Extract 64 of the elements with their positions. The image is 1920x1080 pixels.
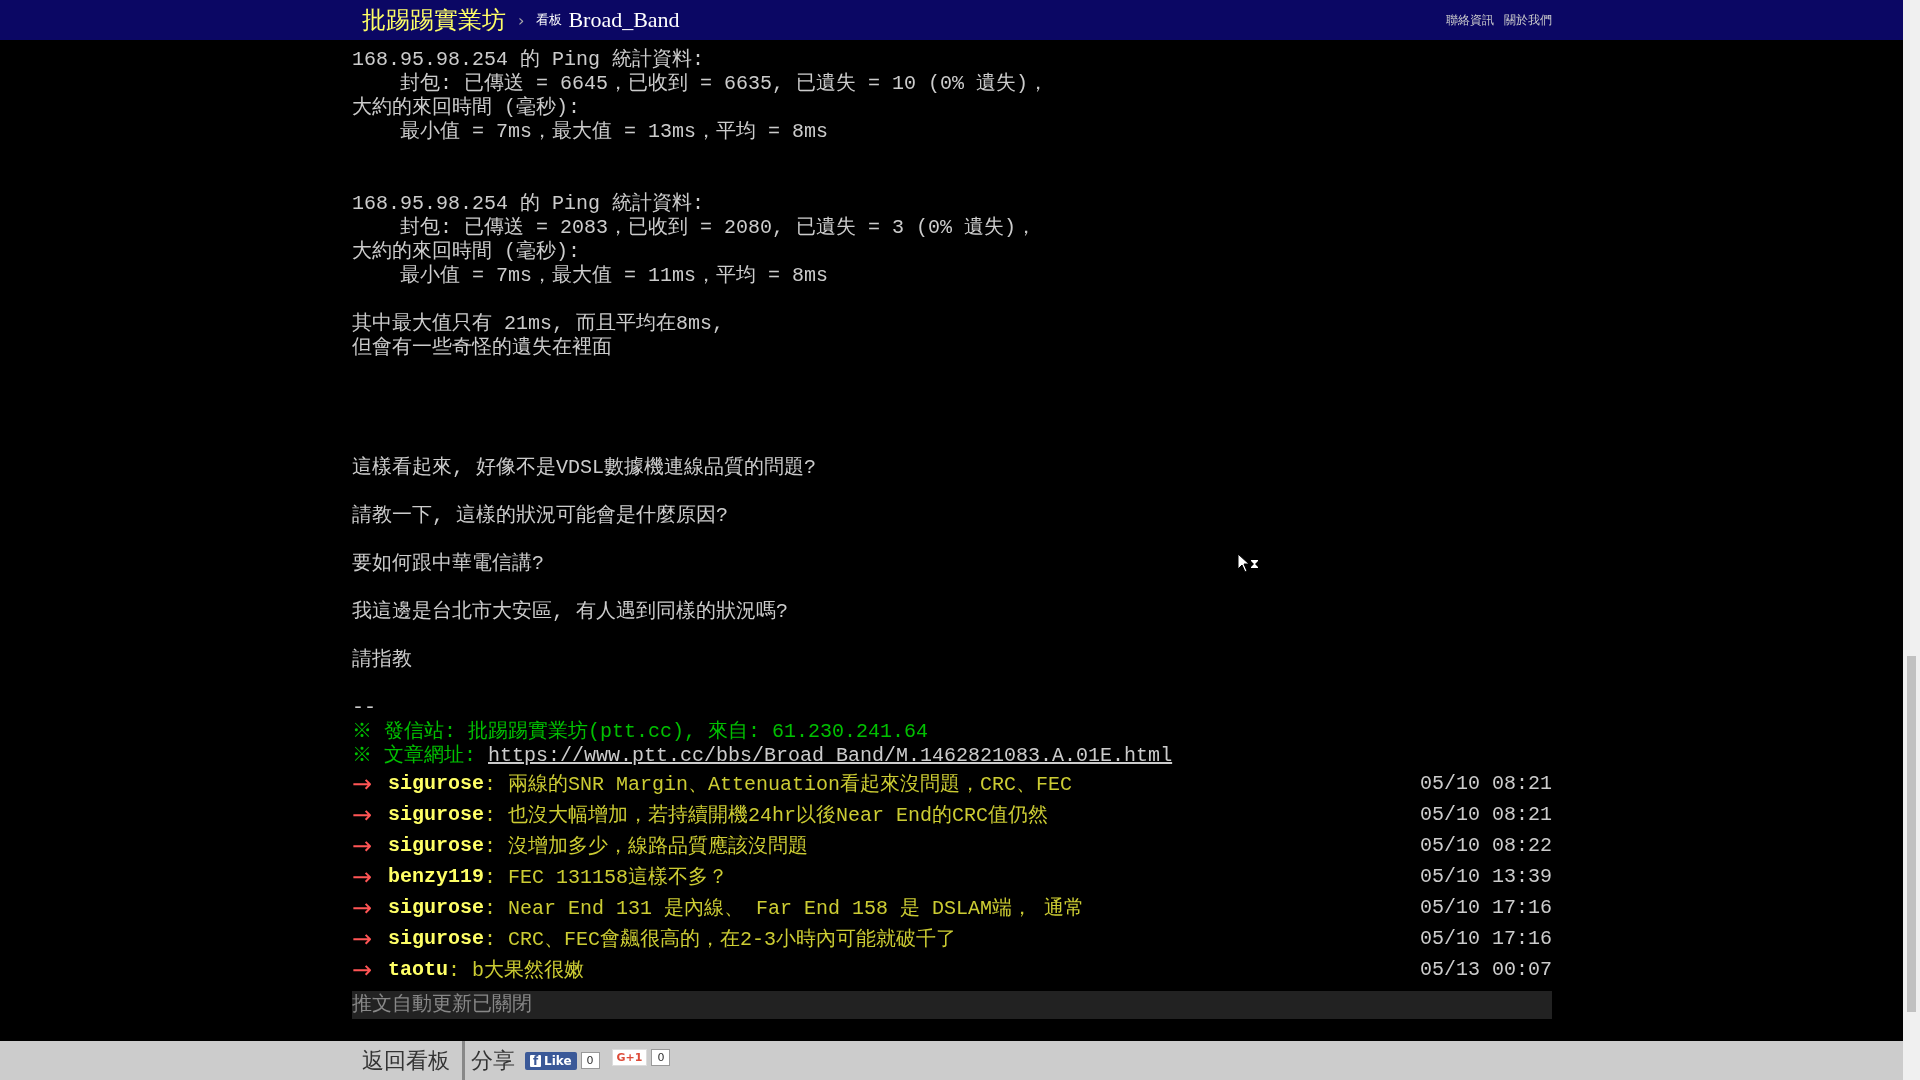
article-line: 最小值 = 7ms，最大值 = 11ms，平均 = 8ms [399,264,829,288]
push-arrow: → [352,924,374,953]
push-arrow: → [352,862,374,891]
board-name[interactable]: Broad_Band [568,7,680,33]
busy-cursor-icon [1237,553,1259,575]
article-line: 其中最大值只有 21ms, 而且平均在8ms, [352,312,725,336]
article-line: 168.95.98.254 的 Ping 統計資料: [352,192,705,216]
push-arrow: → [352,800,374,829]
push-content: : 兩線的SNR Margin、Attenuation看起來沒問題，CRC、FEC [484,772,1073,797]
article-line: 最小值 = 7ms，最大值 = 13ms，平均 = 8ms [399,120,829,144]
push-time: 05/10 17:16 [1419,927,1552,950]
push-user: taotu [388,958,448,981]
push-arrow: → [352,893,374,922]
push-arrow: → [352,769,374,798]
push-user: sigurose [388,772,484,795]
article-line: 我這邊是台北市大安區, 有人遇到同樣的狀況嗎? [352,600,788,624]
signature-source: ※ 發信站: 批踢踢實業坊(ptt.cc), 來自: 61.230.241.64 [352,720,929,744]
push-time: 05/10 08:22 [1419,834,1552,857]
plus-count: 0 [651,1049,671,1066]
push-content: : 也沒大幅增加，若持續開機24hr以後Near End的CRC值仍然 [484,803,1049,828]
scrollbar-thumb[interactable] [1907,656,1916,1012]
board-label: 看板 [536,11,563,29]
breadcrumb-separator: › [518,10,525,30]
signature-url-label: ※ 文章網址: [352,744,477,768]
push-time: 05/10 08:21 [1419,803,1552,826]
push-content: : FEC 131158這樣不多？ [484,865,729,890]
facebook-icon: f [530,1054,541,1067]
push-user: sigurose [388,896,484,919]
article-line: 請指教 [352,648,412,672]
header-link[interactable]: 聯絡資訊 [1446,11,1494,29]
push-content: : Near End 131 是內線、 Far End 158 是 DSLAM端， 通常 [484,896,1085,921]
push-time: 05/10 17:16 [1419,896,1552,919]
article-line: 要如何跟中華電信講? [352,552,544,576]
article-line: 封包: 已傳送 = 2083，已收到 = 2080, 已遺失 = 3 (0% 遺失)， [399,216,1037,240]
facebook-like-button[interactable]: f Like [525,1051,577,1070]
push-content: : 沒增加多少，線路品質應該沒問題 [484,834,809,859]
push-user: benzy119 [388,865,484,888]
share-label: 分享 [471,1046,515,1075]
push-time: 05/10 13:39 [1419,865,1552,888]
auto-update-notice: 推文自動更新已關閉 [352,991,1552,1019]
push-time: 05/13 00:07 [1419,958,1552,981]
header-link[interactable]: 關於我們 [1504,11,1552,29]
article-line: 但會有一些奇怪的遺失在裡面 [352,336,612,360]
back-to-board-button[interactable]: 返回看板 [352,1041,465,1080]
article-line: 大約的來回時間 (毫秒): [352,240,580,264]
article-line: 168.95.98.254 的 Ping 統計資料: [352,48,705,72]
push-user: sigurose [388,834,484,857]
google-plus-button[interactable]: G+1 [611,1049,648,1066]
push-user: sigurose [388,927,484,950]
push-content: : CRC、FEC會飆很高的，在2-3小時內可能就破千了 [484,927,957,952]
push-arrow: → [352,831,374,860]
article-line: 請教一下, 這樣的狀況可能會是什麼原因? [352,504,728,528]
push-arrow: → [352,955,374,984]
article-line: 封包: 已傳送 = 6645，已收到 = 6635, 已遺失 = 10 (0% 遺失)， [399,72,1049,96]
push-time: 05/10 08:21 [1419,772,1552,795]
article-url-link[interactable]: https://www.ptt.cc/bbs/Broad_Band/M.1462821083.A.01E.html [488,744,1173,768]
site-title[interactable]: 批踢踢實業坊 [352,4,506,36]
article-line: 這樣看起來, 好像不是VDSL數據機連線品質的問題? [352,456,816,480]
like-count: 0 [580,1052,600,1069]
scrollbar[interactable] [1903,0,1920,1080]
push-user: sigurose [388,803,484,826]
article-line: -- [352,696,376,720]
article-line: 大約的來回時間 (毫秒): [352,96,580,120]
push-content: : b大果然很嫩 [448,958,585,983]
